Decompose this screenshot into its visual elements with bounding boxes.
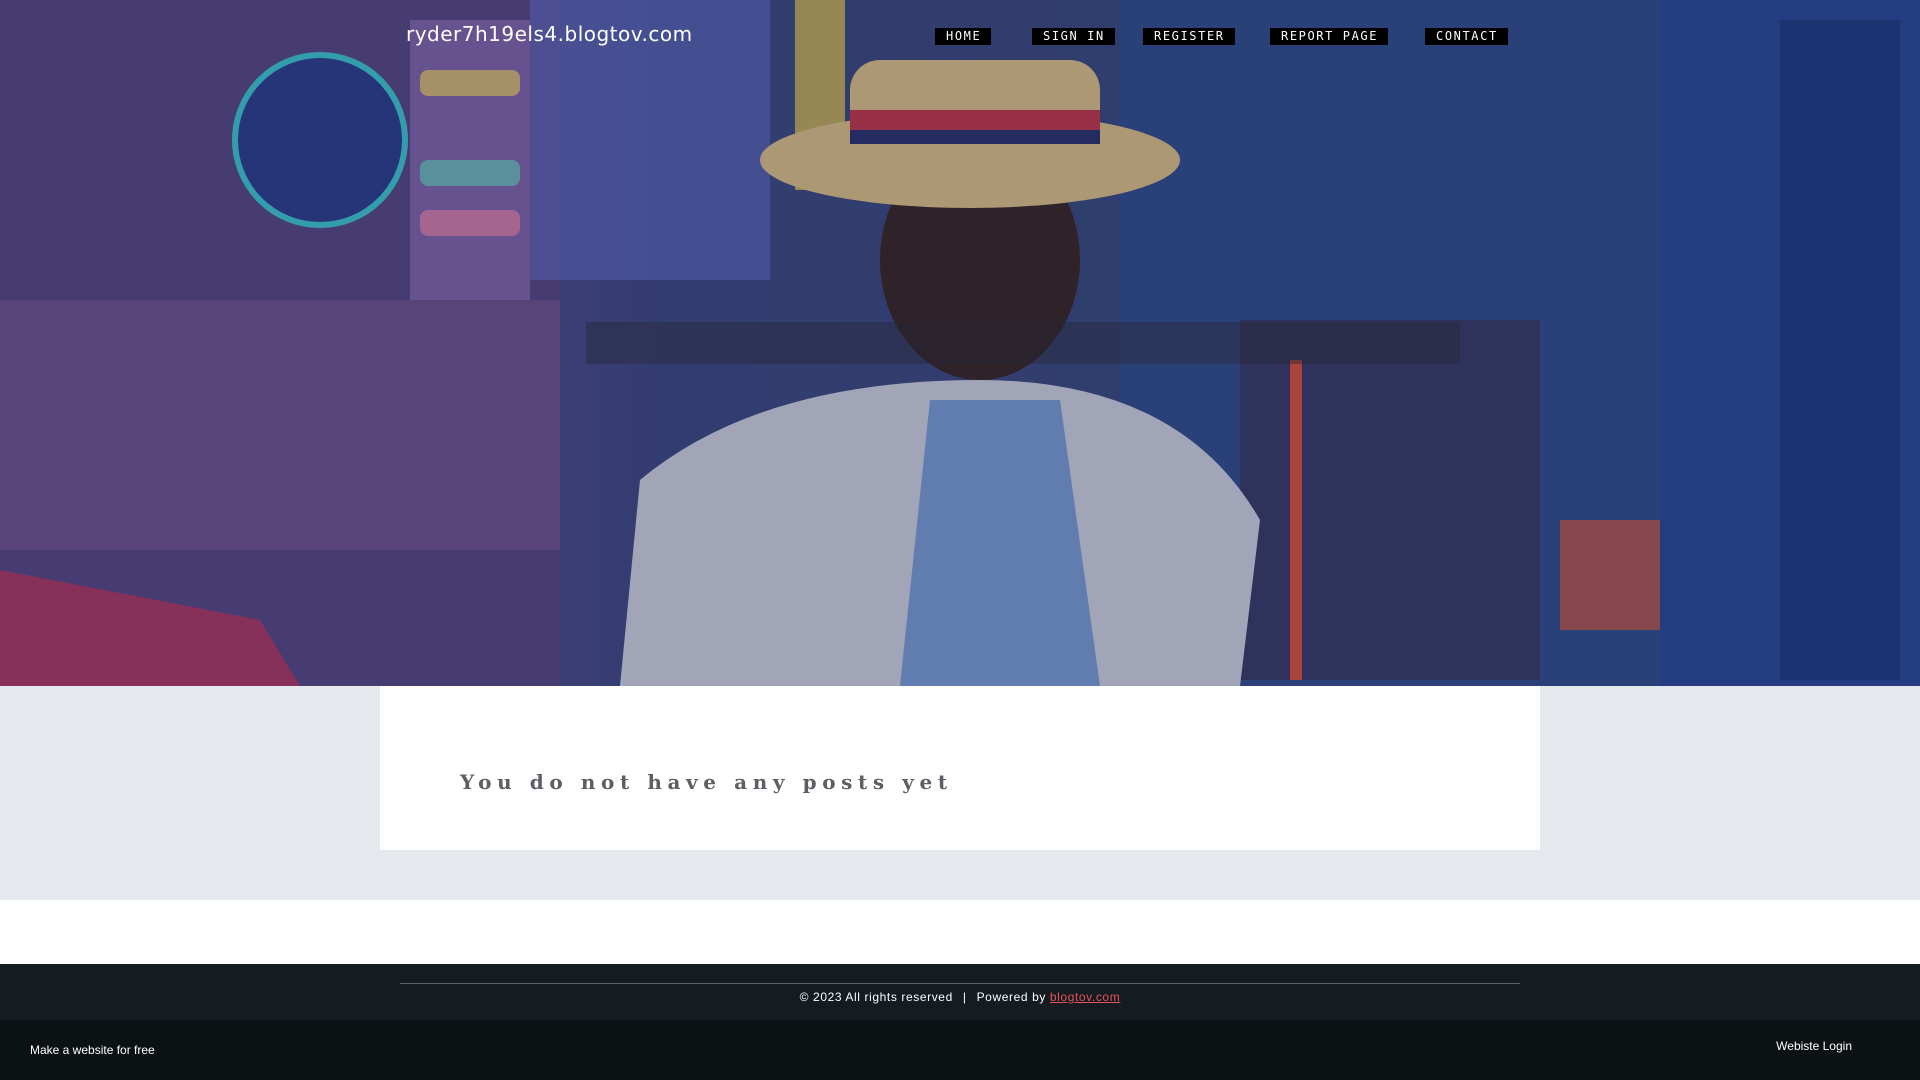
nav-register[interactable]: REGISTER	[1143, 28, 1235, 45]
powered-by-text: Powered by	[976, 990, 1046, 1004]
footer-separator: |	[962, 990, 967, 1004]
nav-contact[interactable]: CONTACT	[1425, 28, 1508, 45]
nav-home[interactable]: HOME	[935, 28, 992, 45]
website-login-link[interactable]: Webiste Login	[1776, 1039, 1852, 1053]
copyright-text: © 2023 All rights reserved	[799, 990, 953, 1004]
empty-posts-message: You do not have any posts yet	[460, 770, 953, 794]
footer-credits: © 2023 All rights reserved | Powered by bl…	[0, 990, 1920, 1004]
main-nav: HOME SIGN IN REGISTER REPORT PAGE CONTAC…	[0, 28, 1920, 48]
nav-report-page[interactable]: REPORT PAGE	[1270, 28, 1389, 45]
blogtov-link[interactable]: blogtov.com	[1050, 990, 1120, 1004]
bottom-bar: Make a website for free Webiste Login	[0, 1020, 1920, 1080]
posts-card: You do not have any posts yet	[380, 686, 1540, 850]
footer: © 2023 All rights reserved | Powered by bl…	[0, 964, 1920, 1020]
make-website-link[interactable]: Make a website for free	[30, 1043, 155, 1057]
hero-section: ryder7h19els4.blogtov.com HOME SIGN IN R…	[0, 0, 1920, 686]
hero-caption-band	[586, 322, 1460, 364]
nav-sign-in[interactable]: SIGN IN	[1032, 28, 1115, 45]
footer-divider	[400, 983, 1520, 984]
